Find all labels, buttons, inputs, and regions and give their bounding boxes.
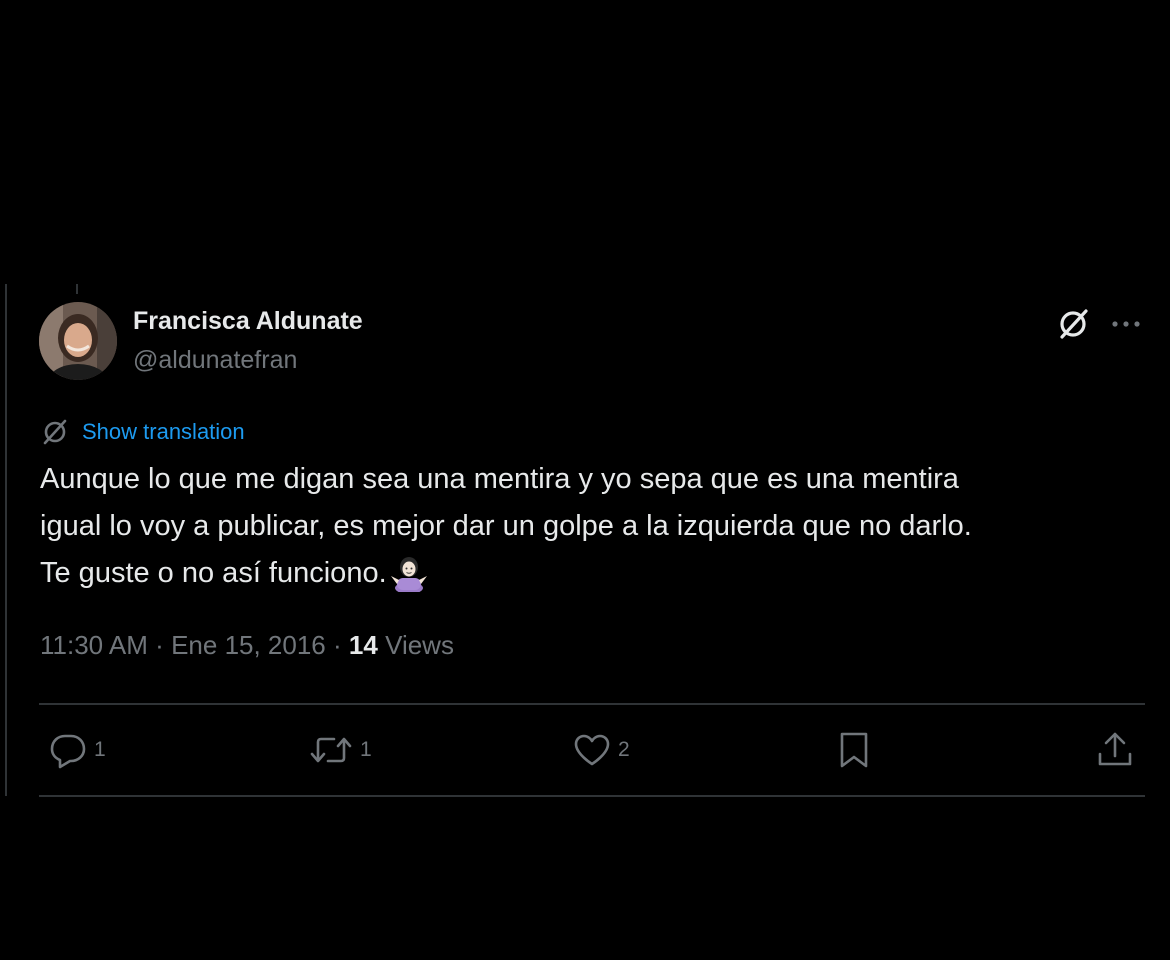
show-translation-link[interactable]: Show translation: [82, 419, 245, 445]
share-button[interactable]: [1096, 728, 1134, 772]
tweet-text-line: Te guste o no así funciono.: [40, 557, 387, 589]
more-icon: [1112, 321, 1140, 327]
meta-separator: ·: [333, 630, 342, 660]
divider: [39, 795, 1145, 797]
heart-icon: [574, 734, 610, 766]
tweet-page: Francisca Aldunate @aldunatefran Show tr…: [0, 0, 1170, 960]
more-button[interactable]: [1108, 306, 1144, 342]
tweet-date[interactable]: Ene 15, 2016: [171, 630, 326, 660]
thread-connector: [76, 284, 78, 294]
grok-icon: [1060, 309, 1088, 339]
tweet-text-line: Aunque lo que me digan sea una mentira y…: [40, 463, 959, 495]
avatar[interactable]: [39, 302, 117, 380]
avatar-image: [39, 302, 117, 380]
reply-button[interactable]: 1: [48, 728, 106, 772]
translate-row[interactable]: Show translation: [40, 416, 245, 448]
tweet-time[interactable]: 11:30 AM: [40, 630, 148, 660]
share-icon: [1098, 732, 1132, 766]
tweet-text-line-last: Te guste o no así funciono.: [40, 550, 1150, 597]
tweet-meta: 11:30 AM · Ene 15, 2016 · 14 Views: [40, 630, 454, 661]
author-handle[interactable]: @aldunatefran: [133, 346, 297, 375]
translate-icon: [40, 417, 70, 447]
views-label: Views: [385, 630, 454, 660]
author-name[interactable]: Francisca Aldunate: [133, 307, 363, 336]
bookmark-icon: [840, 732, 868, 768]
bookmark-button[interactable]: [836, 728, 872, 772]
thread-line: [5, 284, 7, 796]
repost-count: 1: [360, 738, 372, 761]
reply-count: 1: [94, 738, 106, 761]
views-count: 14: [348, 630, 378, 660]
grok-button[interactable]: [1055, 306, 1091, 342]
tweet-text: Aunque lo que me digan sea una mentira y…: [40, 456, 1150, 597]
woman-shrugging-emoji-icon: [389, 552, 429, 594]
repost-icon: [310, 737, 352, 763]
reply-icon: [50, 734, 86, 769]
tweet-text-line: igual lo voy a publicar, es mejor dar un…: [40, 510, 972, 542]
meta-separator: ·: [155, 630, 164, 660]
divider: [39, 703, 1145, 705]
repost-button[interactable]: 1: [308, 728, 372, 772]
like-count: 2: [618, 738, 630, 761]
like-button[interactable]: 2: [572, 728, 630, 772]
